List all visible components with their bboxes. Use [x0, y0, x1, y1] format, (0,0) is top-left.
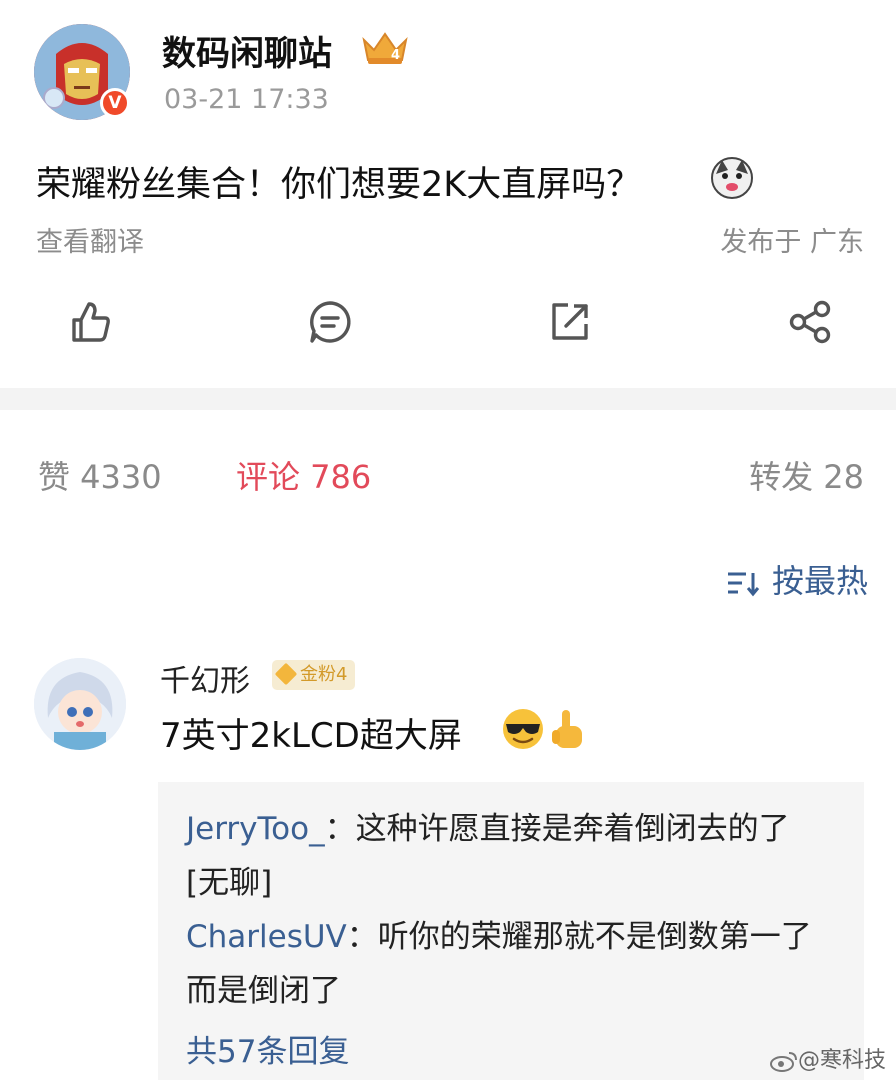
comment-button[interactable]: [306, 298, 354, 346]
commenter-name[interactable]: 千幻形: [160, 656, 250, 700]
comment-icon: [310, 301, 351, 343]
thumbs-up-icon: [72, 302, 110, 342]
sort-label: 按最热: [771, 562, 868, 600]
weibo-logo-icon: [769, 1052, 797, 1072]
reply-box[interactable]: JerryToo_：这种许愿直接是奔着倒闭去的了[无聊] CharlesUV：听…: [158, 782, 864, 1080]
share-out-icon: [552, 303, 588, 340]
reply-author[interactable]: CharlesUV: [186, 919, 347, 955]
gem-icon: [274, 662, 298, 686]
verified-badge: V: [100, 88, 130, 118]
likes-tab[interactable]: 赞 4330: [38, 452, 162, 498]
comments-tab[interactable]: 评论 786: [236, 452, 371, 498]
anime-girl-avatar-icon: [34, 658, 126, 750]
fan-badge: 金粉4: [272, 660, 356, 690]
reply-separator: ：: [346, 919, 378, 955]
crown-level-number: 4: [391, 48, 400, 63]
crown-level-icon: 4: [360, 28, 410, 68]
post-timestamp: 03-21 17:33: [164, 84, 329, 115]
reply-author[interactable]: JerryToo_: [186, 811, 325, 847]
share-nodes-icon: [789, 300, 831, 344]
comment-emojis: [500, 706, 590, 752]
sort-button[interactable]: 按最热: [726, 556, 868, 602]
fan-badge-label: 金粉4: [300, 664, 348, 685]
section-divider: [0, 388, 896, 410]
like-button[interactable]: [66, 298, 114, 346]
husky-emoji-icon: [710, 156, 754, 200]
sunglasses-emoji-icon: [503, 709, 543, 749]
reply-item[interactable]: CharlesUV：听你的荣耀那就不是倒数第一了而是倒闭了: [186, 910, 826, 1018]
author-name[interactable]: 数码闲聊站: [162, 26, 332, 75]
translate-link[interactable]: 查看翻译: [36, 220, 144, 259]
more-replies-link[interactable]: 共57条回复: [186, 1026, 349, 1071]
reply-item[interactable]: JerryToo_：这种许愿直接是奔着倒闭去的了[无聊]: [186, 802, 826, 910]
reply-separator: ：: [324, 811, 356, 847]
pointing-up-emoji-icon: [552, 710, 582, 748]
watermark: @寒科技: [769, 1042, 886, 1074]
comment-text: 7英寸2kLCD超大屏: [160, 716, 462, 756]
post-location: 发布于 广东: [720, 227, 864, 258]
post-text: 荣耀粉丝集合！你们想要2K大直屏吗？: [36, 165, 642, 205]
share-button[interactable]: [786, 298, 834, 346]
repost-button[interactable]: [546, 298, 594, 346]
sort-icon: [727, 572, 760, 597]
commenter-avatar[interactable]: [34, 658, 126, 750]
reposts-tab[interactable]: 转发 28: [749, 452, 864, 498]
watermark-text: @寒科技: [797, 1048, 886, 1073]
